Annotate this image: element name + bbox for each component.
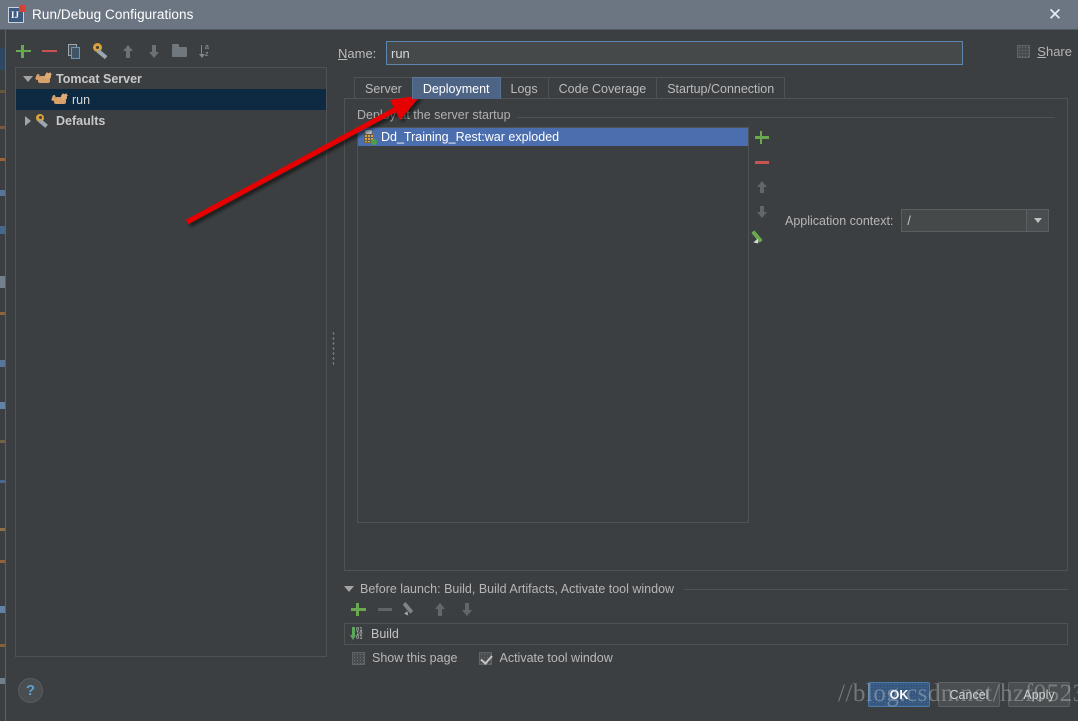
move-task-up-button[interactable] — [431, 601, 448, 618]
share-checkbox[interactable]: Share — [1017, 44, 1072, 59]
before-launch-separator — [684, 588, 1068, 590]
dialog-buttons: OK Cancel Apply — [868, 682, 1070, 707]
copy-configuration-button[interactable] — [67, 43, 84, 60]
tab-logs[interactable]: Logs — [499, 77, 549, 99]
run-debug-configurations-dialog: IJ Run/Debug Configurations ✕ a z Tomcat… — [0, 0, 1078, 721]
tree-node-label: Defaults — [56, 113, 106, 128]
tab-label: Deployment — [422, 81, 490, 96]
show-this-page-checkbox[interactable]: Show this page — [352, 651, 457, 665]
before-launch-task-label: Build — [371, 627, 399, 641]
apply-button[interactable]: Apply — [1008, 682, 1070, 707]
configuration-editor-panel: Name: Share Server Deployment Logs Code … — [338, 31, 1072, 665]
tab-label: Startup/Connection — [667, 81, 775, 96]
deployment-list-toolbar — [751, 127, 773, 257]
add-configuration-button[interactable] — [15, 43, 32, 60]
war-artifact-icon — [362, 130, 377, 145]
activate-tool-window-checkbox-box[interactable] — [479, 651, 493, 665]
help-button[interactable]: ? — [18, 678, 43, 703]
wrench-icon — [36, 113, 52, 128]
tab-code-coverage[interactable]: Code Coverage — [547, 77, 658, 99]
add-task-button[interactable] — [350, 601, 367, 618]
move-up-button[interactable] — [119, 43, 136, 60]
configurations-panel: az Tomcat Server run Defaults — [7, 31, 327, 664]
chevron-down-icon[interactable] — [344, 586, 354, 592]
before-launch-title: Before launch: Build, Build Artifacts, A… — [360, 582, 675, 596]
add-artifact-button[interactable] — [754, 129, 770, 145]
show-this-page-checkbox-box[interactable] — [352, 651, 365, 665]
tab-deployment[interactable]: Deployment — [411, 77, 501, 99]
before-launch-options: Show this page Activate tool window — [352, 651, 613, 665]
build-icon: 01 10 01 — [350, 627, 366, 641]
tree-node-defaults[interactable]: Defaults — [16, 110, 326, 131]
cancel-button[interactable]: Cancel — [938, 682, 1000, 707]
name-label: Name: — [338, 45, 377, 61]
share-label: Share — [1037, 44, 1072, 59]
tree-node-run[interactable]: run — [16, 89, 326, 110]
tree-node-label: run — [72, 92, 91, 107]
ok-button[interactable]: OK — [868, 682, 930, 707]
activate-tool-window-label: Activate tool window — [499, 651, 613, 665]
before-launch-task-row[interactable]: 01 10 01 Build — [344, 623, 1068, 645]
tab-startup-connection[interactable]: Startup/Connection — [656, 77, 786, 99]
tab-label: Logs — [510, 81, 538, 96]
background-ide-sliver — [0, 30, 6, 721]
activate-tool-window-checkbox[interactable]: Activate tool window — [479, 651, 613, 665]
configurations-toolbar: az — [15, 39, 214, 63]
share-checkbox-box[interactable] — [1017, 45, 1031, 58]
chevron-down-icon[interactable] — [1026, 210, 1049, 231]
configuration-tabs: Server Deployment Logs Code Coverage Sta… — [354, 76, 786, 99]
folder-icon[interactable] — [171, 43, 188, 60]
move-down-button[interactable] — [145, 43, 162, 60]
name-row: Name: — [338, 40, 1072, 66]
application-context-row: Application context: / — [785, 209, 1050, 232]
chevron-down-icon[interactable] — [20, 75, 36, 82]
application-context-value[interactable]: / — [902, 214, 1026, 228]
tab-label: Server — [365, 81, 402, 96]
splitter-grip-icon — [331, 330, 335, 365]
deployment-artifacts-list[interactable]: Dd_Training_Rest:war exploded — [357, 127, 749, 523]
edit-defaults-button[interactable] — [93, 42, 110, 60]
tomcat-cat-icon — [51, 92, 68, 107]
tree-node-label: Tomcat Server — [56, 71, 142, 86]
remove-task-button[interactable] — [377, 601, 394, 618]
configurations-tree[interactable]: Tomcat Server run Defaults — [15, 67, 327, 657]
application-context-label: Application context: — [785, 213, 894, 228]
before-launch-toolbar — [350, 601, 475, 618]
tree-node-tomcat-server[interactable]: Tomcat Server — [16, 68, 326, 89]
show-this-page-label: Show this page — [372, 651, 458, 665]
before-launch-header[interactable]: Before launch: Build, Build Artifacts, A… — [344, 582, 1068, 596]
move-artifact-up-button[interactable] — [754, 179, 770, 195]
tab-server[interactable]: Server — [354, 77, 413, 99]
remove-artifact-button[interactable] — [754, 154, 770, 170]
deployment-artifact-label: Dd_Training_Rest:war exploded — [381, 130, 560, 144]
application-context-combobox[interactable]: / — [901, 209, 1050, 232]
sort-configurations-button[interactable]: az — [197, 43, 214, 60]
panel-splitter[interactable] — [328, 31, 338, 664]
close-icon[interactable]: ✕ — [1032, 0, 1078, 30]
dialog-title: Run/Debug Configurations — [32, 7, 194, 22]
edit-task-button[interactable] — [402, 601, 421, 618]
intellij-idea-icon: IJ — [8, 4, 25, 23]
dialog-title-bar: IJ Run/Debug Configurations ✕ — [0, 0, 1078, 30]
chevron-right-icon[interactable] — [20, 115, 36, 126]
edit-artifact-button[interactable] — [751, 229, 770, 246]
move-artifact-down-button[interactable] — [754, 204, 770, 220]
move-task-down-button[interactable] — [458, 601, 475, 618]
tomcat-cat-icon — [35, 71, 52, 86]
tab-label: Code Coverage — [558, 81, 647, 96]
name-input[interactable] — [386, 41, 963, 65]
deployment-tab-panel: Deploy at the server startup Dd_Training… — [344, 98, 1068, 571]
deploy-group-title: Deploy at the server startup — [357, 108, 517, 122]
remove-configuration-button[interactable] — [41, 43, 58, 60]
deployment-artifact-row[interactable]: Dd_Training_Rest:war exploded — [358, 128, 748, 146]
